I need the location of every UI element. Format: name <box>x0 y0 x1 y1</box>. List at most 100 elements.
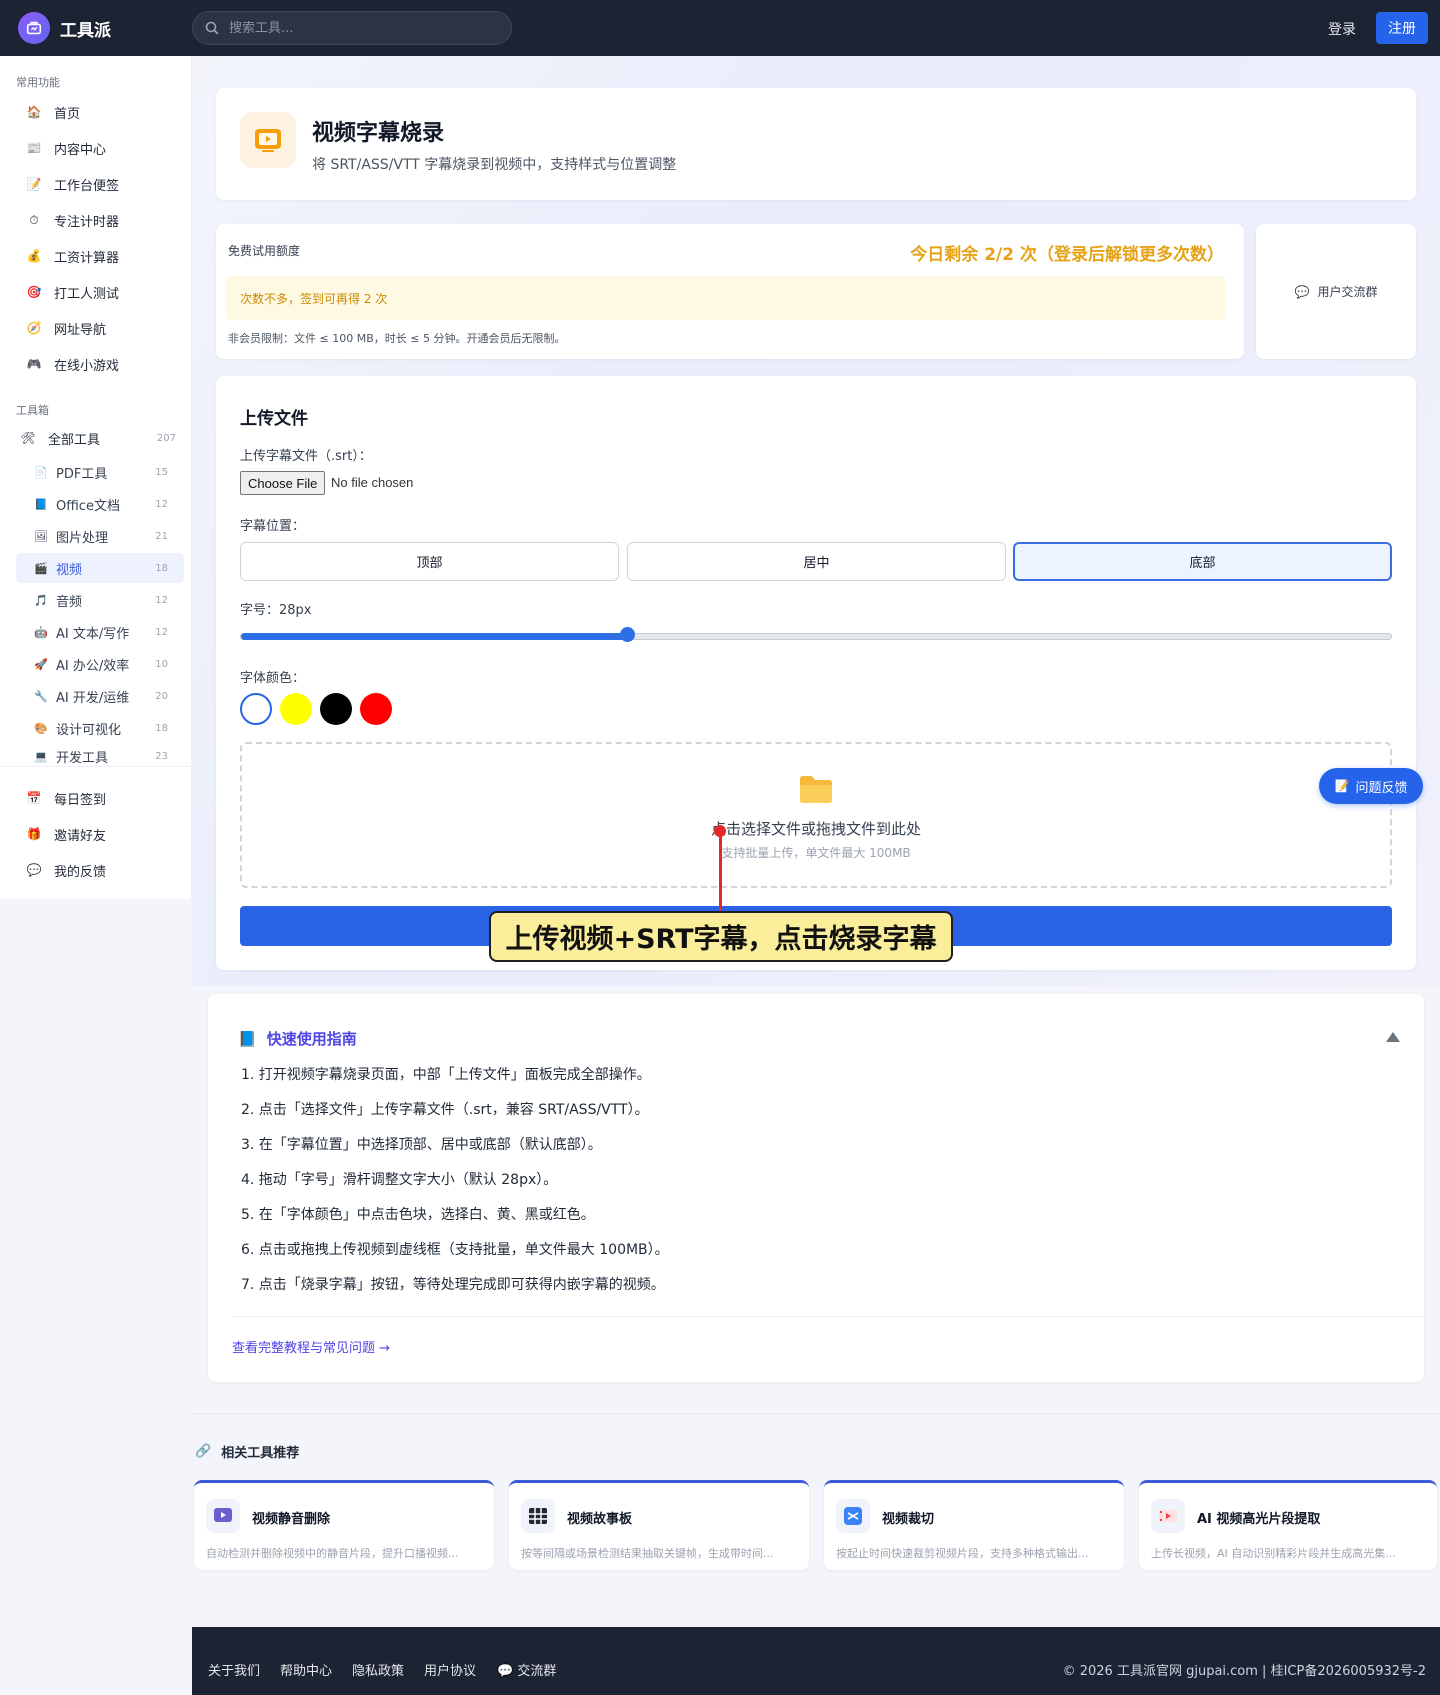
count-badge: 207 <box>156 432 176 444</box>
footer-link-help[interactable]: 帮助中心 <box>280 1660 332 1679</box>
top-bar: 工具派 登录 注册 <box>0 0 1440 56</box>
category-video[interactable]: 🎬 视频 18 <box>16 553 184 583</box>
upload-heading: 上传文件 <box>240 409 308 429</box>
footer: 关于我们 帮助中心 隐私政策 用户协议 💬 交流群 © 2026 工具派官网 g… <box>192 1627 1440 1695</box>
category-ai-office[interactable]: 🚀 AI 办公/效率 10 <box>16 649 184 679</box>
position-label: 字幕位置： <box>240 519 306 534</box>
dropzone-sub-text: 支持批量上传，单文件最大 100MB <box>721 846 911 860</box>
position-top-button[interactable]: 顶部 <box>240 542 619 581</box>
position-bottom-button[interactable]: 底部 <box>1013 542 1392 581</box>
sidebar-item-checkin[interactable]: 📅 每日签到 <box>16 782 184 814</box>
footer-link-about[interactable]: 关于我们 <box>208 1660 260 1679</box>
search-input[interactable] <box>229 20 489 36</box>
callout-line <box>719 832 722 912</box>
video-dropzone[interactable]: 点击选择文件或拖拽文件到此处 支持批量上传，单文件最大 100MB <box>240 742 1392 888</box>
category-audio[interactable]: 🎵 音频 12 <box>16 585 184 615</box>
font-color-label: 字体颜色： <box>240 671 306 686</box>
newspaper-icon: 📰 <box>26 141 42 155</box>
sidebar-item-salary[interactable]: 💰 工资计算器 <box>16 240 184 272</box>
related-tool-card[interactable]: 视频静音删除 自动检测并删除视频中的静音片段，提升口播视频... <box>194 1480 494 1570</box>
font-size-label: 字号：28px <box>240 603 312 618</box>
user-group-card[interactable]: 💬 用户交流群 <box>1256 224 1416 359</box>
guide-step: 7. 点击「烧录字幕」按钮，等待处理完成即可获得内嵌字幕的视频。 <box>241 1277 665 1293</box>
related-tool-title: 视频裁切 <box>882 1512 935 1527</box>
related-tool-card[interactable]: 视频裁切 按起止时间快速裁剪视频片段，支持多种格式输出... <box>824 1480 1124 1570</box>
footer-link-group[interactable]: 💬 交流群 <box>497 1660 556 1679</box>
related-tool-title: AI 视频高光片段提取 <box>1197 1512 1321 1527</box>
sidebar-item-invite[interactable]: 🎁 邀请好友 <box>16 818 184 850</box>
category-ai-writing[interactable]: 🤖 AI 文本/写作 12 <box>16 617 184 647</box>
footer-copyright: © 2026 工具派官网 gjupai.com | 桂ICP备202600593… <box>1062 1664 1426 1679</box>
sidebar-item-nav[interactable]: 🧭 网址导航 <box>16 312 184 344</box>
feedback-button[interactable]: 📝 问题反馈 <box>1319 768 1423 804</box>
guide-step: 3. 在「字幕位置」中选择顶部、居中或底部（默认底部）。 <box>241 1137 602 1153</box>
full-tutorial-link[interactable]: 查看完整教程与常见问题 → <box>232 1337 390 1356</box>
user-group-link[interactable]: 💬 用户交流群 <box>1256 224 1416 359</box>
category-ai-dev[interactable]: 🔧 AI 开发/运维 20 <box>16 681 184 711</box>
search-box[interactable] <box>192 11 512 45</box>
book-icon: 📘 <box>34 497 48 511</box>
film-icon <box>1151 1499 1185 1533</box>
related-tool-title: 视频静音删除 <box>252 1512 331 1527</box>
footer-link-terms[interactable]: 用户协议 <box>424 1660 476 1679</box>
sidebar-item-all-tools[interactable]: 🛠 全部工具 207 <box>12 422 180 454</box>
link-icon: 🔗 <box>195 1444 212 1459</box>
category-office[interactable]: 📘 Office文档 12 <box>16 489 184 519</box>
related-tool-card[interactable]: AI 视频高光片段提取 上传长视频，AI 自动识别精彩片段并生成高光集... <box>1139 1480 1437 1570</box>
sidebar-item-content[interactable]: 📰 内容中心 <box>16 132 184 164</box>
register-button[interactable]: 注册 <box>1376 12 1428 44</box>
sidebar-item-worker-test[interactable]: 🎯 打工人测试 <box>16 276 184 308</box>
related-tool-card[interactable]: 视频故事板 按等间隔或场景检测结果抽取关键帧，生成带时间... <box>509 1480 809 1570</box>
color-swatch-white[interactable] <box>240 693 272 725</box>
palette-icon: 🎨 <box>34 721 48 735</box>
collapse-arrow-icon[interactable] <box>1386 1032 1400 1042</box>
footer-link-privacy[interactable]: 隐私政策 <box>352 1660 404 1679</box>
guide-step: 6. 点击或拖拽上传视频到虚线框（支持批量，单文件最大 100MB）。 <box>241 1242 669 1258</box>
grid-icon <box>521 1499 555 1533</box>
money-bag-icon: 💰 <box>26 249 42 263</box>
quota-note: 非会员限制：文件 ≤ 100 MB，时长 ≤ 5 分钟。开通会员后无限制。 <box>228 332 566 345</box>
color-swatch-black[interactable] <box>320 693 352 725</box>
monitor-icon: 💻 <box>34 749 48 763</box>
color-swatch-red[interactable] <box>360 693 392 725</box>
folder-icon <box>800 776 832 803</box>
quota-title: 免费试用额度 <box>228 244 301 258</box>
sidebar-item-timer[interactable]: ⏱ 专注计时器 <box>16 204 184 236</box>
callout-dot <box>714 825 726 837</box>
subtitle-file-label: 上传字幕文件（.srt）： <box>240 449 372 464</box>
related-tool-desc: 自动检测并删除视频中的静音片段，提升口播视频... <box>206 1547 459 1560</box>
font-size-slider-track[interactable] <box>240 633 1392 640</box>
compass-icon: 🧭 <box>26 321 42 335</box>
related-tool-desc: 按等间隔或场景检测结果抽取关键帧，生成带时间... <box>521 1547 774 1560</box>
category-dev-tools[interactable]: 💻 开发工具 23 <box>16 745 184 767</box>
choose-file-button[interactable]: Choose File <box>240 471 326 495</box>
timer-icon: ⏱ <box>29 212 39 227</box>
sidebar-item-notes[interactable]: 📝 工作台便签 <box>16 168 184 200</box>
sidebar-item-home[interactable]: 🏠 首页 <box>16 96 184 128</box>
related-tool-title: 视频故事板 <box>567 1512 633 1527</box>
book-icon: 📘 <box>238 1029 257 1048</box>
position-center-button[interactable]: 居中 <box>627 542 1006 581</box>
logo-icon[interactable] <box>18 12 50 44</box>
upload-card: 上传文件 上传字幕文件（.srt）： Choose File No file c… <box>216 376 1416 970</box>
video-play-icon <box>206 1499 240 1533</box>
dropzone-main-text: 点击选择文件或拖拽文件到此处 <box>710 820 921 838</box>
guide-step: 1. 打开视频字幕烧录页面，中部「上传文件」面板完成全部操作。 <box>241 1067 651 1083</box>
sidebar-item-games[interactable]: 🎮 在线小游戏 <box>16 348 184 380</box>
guide-heading: 📘 快速使用指南 <box>238 1029 357 1049</box>
related-tool-desc: 上传长视频，AI 自动识别精彩片段并生成高光集... <box>1151 1547 1396 1560</box>
category-image[interactable]: 🖼 图片处理 21 <box>16 521 184 551</box>
font-size-slider-thumb[interactable] <box>620 627 635 642</box>
toolbox-section-title: 工具箱 <box>16 404 49 417</box>
related-heading: 🔗 相关工具推荐 <box>195 1444 300 1461</box>
color-swatch-yellow[interactable] <box>280 693 312 725</box>
brand-name[interactable]: 工具派 <box>60 16 111 41</box>
quota-tip: 次数不多，签到可再得 2 次 <box>226 276 1226 320</box>
guide-step: 2. 点击「选择文件」上传字幕文件（.srt，兼容 SRT/ASS/VTT）。 <box>241 1102 649 1118</box>
login-link[interactable]: 登录 <box>1328 19 1356 39</box>
note-icon: 📝 <box>26 177 42 191</box>
sidebar-item-feedback[interactable]: 💬 我的反馈 <box>16 854 184 886</box>
category-design[interactable]: 🎨 设计可视化 18 <box>16 713 184 743</box>
category-pdf[interactable]: 📄 PDF工具 15 <box>16 457 184 487</box>
memo-icon: 📝 <box>1334 779 1350 793</box>
